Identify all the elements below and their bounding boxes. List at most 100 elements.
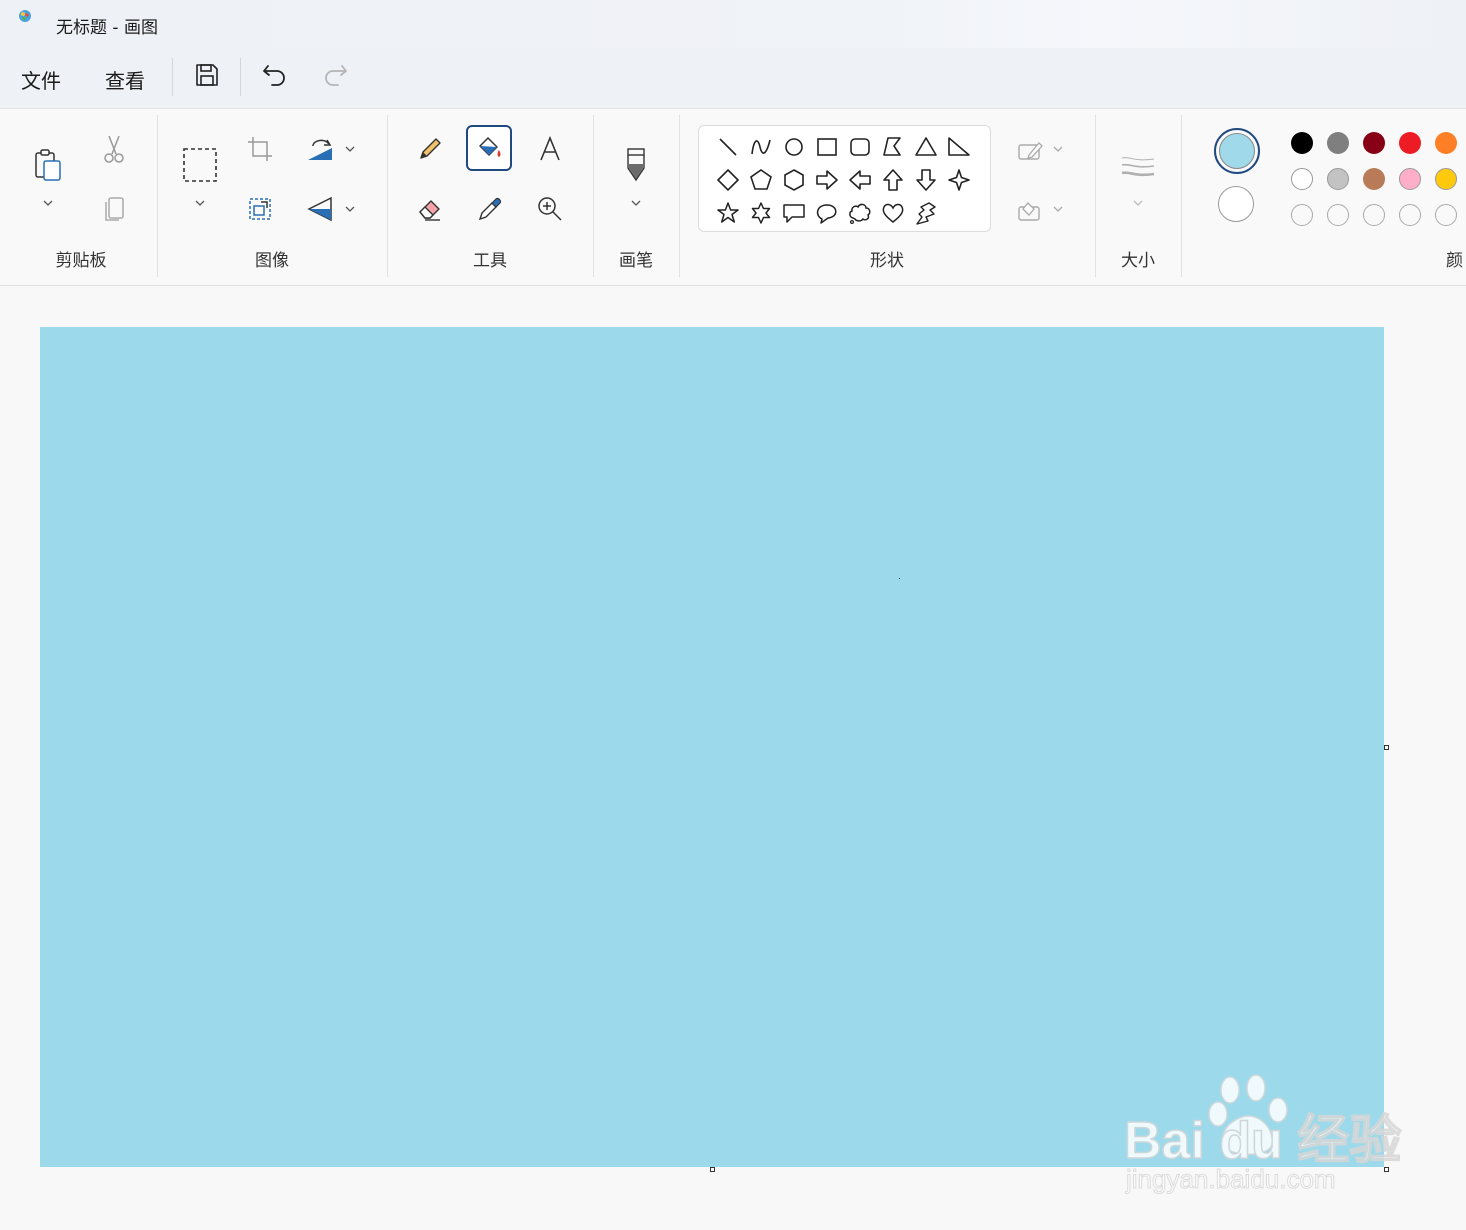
line-shape-icon[interactable] bbox=[715, 134, 741, 160]
brush-icon bbox=[627, 148, 645, 182]
chevron-down-icon[interactable] bbox=[344, 143, 356, 155]
oval-shape-icon[interactable] bbox=[781, 134, 807, 160]
group-label-tools: 工具 bbox=[473, 251, 507, 271]
canvas-pixel-dot bbox=[899, 578, 900, 579]
resize-icon bbox=[249, 198, 271, 220]
right-triangle-shape-icon[interactable] bbox=[946, 134, 972, 160]
cut-button[interactable] bbox=[94, 129, 134, 169]
chevron-down-icon[interactable] bbox=[42, 197, 54, 209]
palette-swatch-empty[interactable] bbox=[1327, 204, 1349, 226]
pencil-button[interactable] bbox=[410, 129, 450, 169]
cloud-callout-shape-icon[interactable] bbox=[847, 200, 873, 226]
resize-handle-bottom[interactable] bbox=[710, 1167, 715, 1172]
crop-icon bbox=[248, 137, 272, 161]
chevron-down-icon[interactable] bbox=[344, 203, 356, 215]
chevron-down-icon[interactable] bbox=[194, 197, 206, 209]
outline-icon bbox=[1018, 142, 1043, 160]
group-label-clipboard: 剪贴板 bbox=[55, 251, 107, 271]
palette-swatch-1-1[interactable] bbox=[1291, 132, 1313, 154]
four-point-star-shape-icon[interactable] bbox=[946, 167, 972, 193]
size-button[interactable] bbox=[1118, 147, 1158, 187]
palette-swatch-2-2[interactable] bbox=[1327, 168, 1349, 190]
rotate-icon bbox=[308, 139, 332, 160]
triangle-shape-icon[interactable] bbox=[913, 134, 939, 160]
menu-view[interactable]: 查看 bbox=[105, 65, 145, 94]
rotate-button[interactable] bbox=[300, 129, 340, 169]
menu-file[interactable]: 文件 bbox=[21, 65, 61, 94]
eraser-button[interactable] bbox=[410, 189, 450, 229]
rectangle-shape-icon[interactable] bbox=[814, 134, 840, 160]
group-divider bbox=[1095, 115, 1096, 277]
hexagon-shape-icon[interactable] bbox=[781, 167, 807, 193]
brushes-button[interactable] bbox=[616, 145, 656, 185]
undo-icon[interactable] bbox=[260, 60, 290, 90]
five-point-star-shape-icon[interactable] bbox=[715, 200, 741, 226]
rounded-rectangle-shape-icon[interactable] bbox=[847, 134, 873, 160]
arrow-up-shape-icon[interactable] bbox=[880, 167, 906, 193]
resize-button[interactable] bbox=[240, 189, 280, 229]
menu-divider bbox=[240, 58, 241, 96]
palette-swatch-1-3[interactable] bbox=[1363, 132, 1385, 154]
palette-swatch-2-1[interactable] bbox=[1291, 168, 1313, 190]
shape-fill-icon bbox=[1018, 202, 1040, 221]
title-bar: 无标题 - 画图 bbox=[0, 0, 1466, 48]
chevron-down-icon[interactable] bbox=[1052, 203, 1064, 215]
heart-shape-icon[interactable] bbox=[880, 200, 906, 226]
resize-handle-right[interactable] bbox=[1384, 745, 1389, 750]
color-picker-button[interactable] bbox=[470, 189, 510, 229]
arrow-left-shape-icon[interactable] bbox=[847, 167, 873, 193]
oval-callout-shape-icon[interactable] bbox=[814, 200, 840, 226]
six-point-star-shape-icon[interactable] bbox=[748, 200, 774, 226]
flip-button[interactable] bbox=[300, 189, 340, 229]
paint-bucket-icon bbox=[479, 137, 501, 157]
save-icon[interactable] bbox=[192, 60, 222, 90]
polygon-shape-icon[interactable] bbox=[880, 134, 906, 160]
palette-swatch-2-4[interactable] bbox=[1399, 168, 1421, 190]
group-divider bbox=[387, 115, 388, 277]
watermark-brand: Bai du 经验 bbox=[1123, 1111, 1402, 1171]
outline-button[interactable] bbox=[1010, 131, 1050, 171]
primary-color-swatch bbox=[1219, 133, 1255, 169]
fill-button[interactable] bbox=[469, 128, 509, 168]
palette-swatch-empty[interactable] bbox=[1435, 204, 1457, 226]
group-divider bbox=[679, 115, 680, 277]
redo-icon[interactable] bbox=[320, 60, 350, 90]
chevron-down-icon[interactable] bbox=[1132, 197, 1144, 209]
stroke-size-icon bbox=[1121, 157, 1155, 177]
window-title: 无标题 - 画图 bbox=[56, 18, 158, 38]
palette-swatch-1-4[interactable] bbox=[1399, 132, 1421, 154]
pentagon-shape-icon[interactable] bbox=[748, 167, 774, 193]
flip-icon bbox=[307, 196, 332, 222]
arrow-right-shape-icon[interactable] bbox=[814, 167, 840, 193]
chevron-down-icon[interactable] bbox=[1052, 143, 1064, 155]
palette-swatch-empty[interactable] bbox=[1399, 204, 1421, 226]
magnifier-button[interactable] bbox=[530, 189, 570, 229]
rect-callout-shape-icon[interactable] bbox=[781, 200, 807, 226]
drawing-canvas[interactable] bbox=[40, 327, 1384, 1167]
text-icon bbox=[540, 135, 560, 161]
pencil-icon bbox=[420, 138, 441, 159]
chevron-down-icon[interactable] bbox=[630, 197, 642, 209]
palette-swatch-empty[interactable] bbox=[1291, 204, 1313, 226]
secondary-color-button[interactable] bbox=[1218, 186, 1254, 222]
paste-button[interactable] bbox=[28, 145, 68, 185]
curve-shape-icon[interactable] bbox=[748, 134, 774, 160]
palette-swatch-2-3[interactable] bbox=[1363, 168, 1385, 190]
copy-button[interactable] bbox=[94, 189, 134, 229]
select-button[interactable] bbox=[180, 145, 220, 185]
diamond-shape-icon[interactable] bbox=[715, 167, 741, 193]
fill-shape-button[interactable] bbox=[1010, 191, 1050, 231]
rect-select-icon bbox=[183, 148, 217, 182]
primary-color-button[interactable] bbox=[1214, 128, 1260, 174]
menu-bar: 文件 查看 bbox=[0, 48, 1466, 109]
palette-swatch-empty[interactable] bbox=[1363, 204, 1385, 226]
text-button[interactable] bbox=[530, 129, 570, 169]
palette-swatch-2-5[interactable] bbox=[1435, 168, 1457, 190]
ribbon: 剪贴板 图像 工具 画笔 形状 大小 颜 bbox=[0, 109, 1466, 286]
zoom-icon bbox=[538, 197, 562, 221]
lightning-shape-icon[interactable] bbox=[913, 200, 939, 226]
arrow-down-shape-icon[interactable] bbox=[913, 167, 939, 193]
palette-swatch-1-5[interactable] bbox=[1435, 132, 1457, 154]
palette-swatch-1-2[interactable] bbox=[1327, 132, 1349, 154]
crop-button[interactable] bbox=[240, 129, 280, 169]
